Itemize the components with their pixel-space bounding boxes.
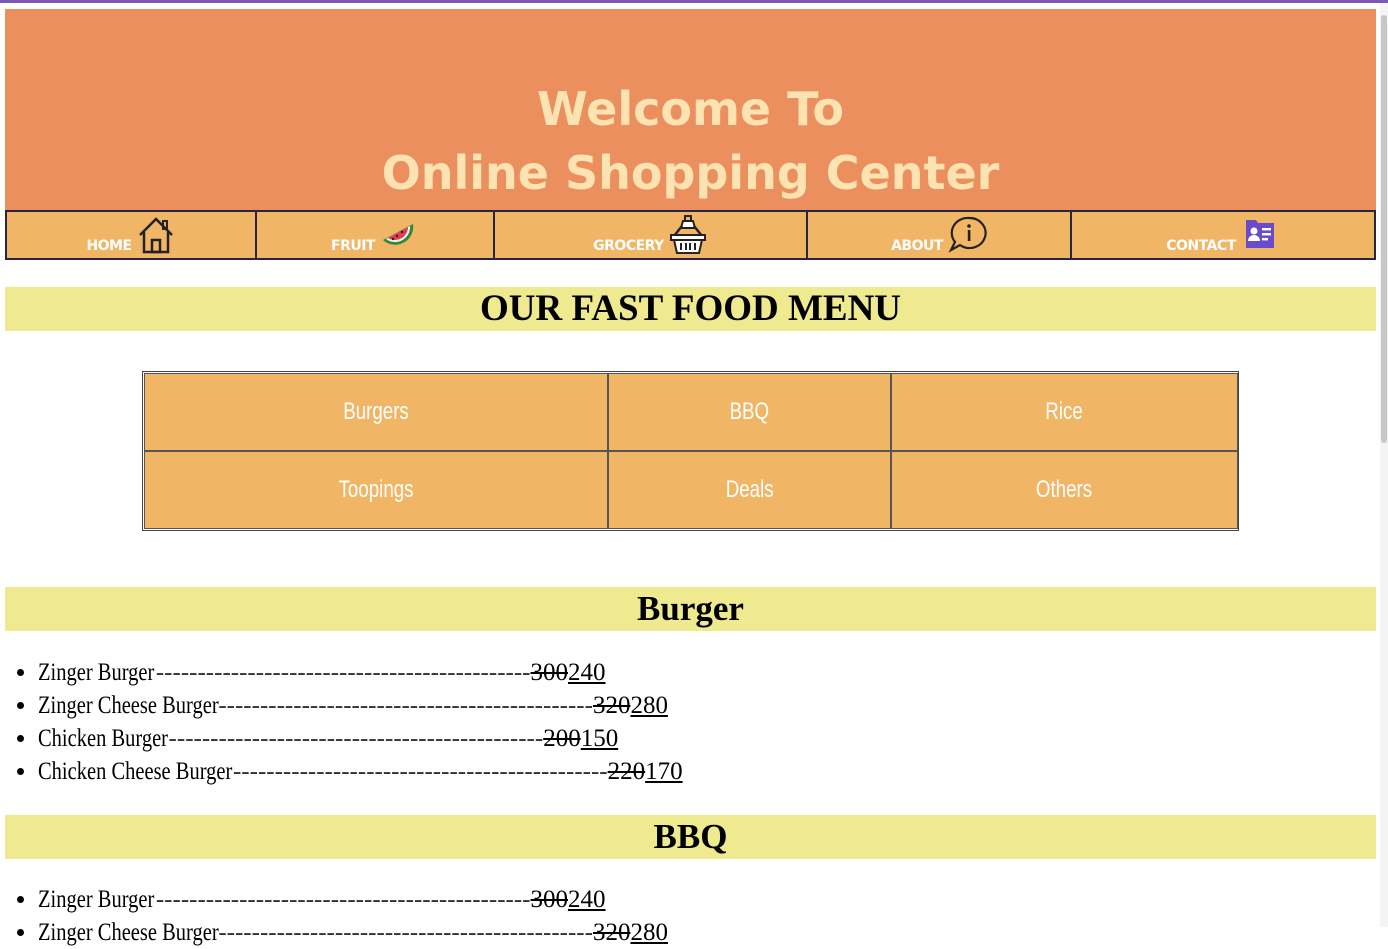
section-title: Burger [637, 589, 744, 628]
nav-label: CONTACT [1166, 238, 1236, 254]
old-price: 300 [530, 659, 569, 686]
menu-item: Zinger Burger---------------------------… [38, 883, 668, 916]
new-price: 280 [630, 692, 668, 719]
vertical-scrollbar[interactable] [1380, 3, 1388, 927]
category-table: Burgers BBQ Rice Toopings Deals Others [142, 371, 1239, 531]
new-price: 240 [568, 659, 606, 686]
nav-item-home[interactable]: HOME [7, 212, 257, 258]
menu-list-burger: Zinger Burger---------------------------… [10, 656, 683, 788]
category-label: BBQ [729, 398, 770, 425]
dotted-leader: ----------------------------------------… [218, 692, 593, 719]
category-toppings[interactable]: Toopings [144, 451, 608, 529]
category-label: Rice [1045, 398, 1084, 425]
new-price: 150 [580, 725, 619, 752]
category-others[interactable]: Others [891, 451, 1238, 529]
category-label: Burgers [343, 398, 409, 425]
menu-item: Chicken Cheese Burger-------------------… [38, 755, 683, 788]
section-band-burger: Burger [5, 587, 1376, 631]
new-price: 170 [645, 758, 683, 785]
new-price: 280 [630, 919, 668, 946]
old-price: 300 [530, 886, 569, 913]
old-price: 220 [607, 758, 646, 785]
info-bubble-icon [948, 216, 987, 253]
page-title-band: OUR FAST FOOD MENU [5, 287, 1376, 331]
item-name: Chicken Cheese Burger [38, 758, 233, 785]
category-label: Toopings [338, 476, 414, 503]
nav-label: FRUIT [331, 238, 375, 254]
contact-card-icon [1245, 220, 1274, 248]
menu-item: Chicken Burger--------------------------… [38, 722, 683, 755]
dotted-leader: ----------------------------------------… [218, 919, 593, 946]
menu-item: Zinger Burger---------------------------… [38, 656, 683, 689]
old-price: 200 [543, 725, 581, 752]
watermelon-icon [382, 224, 414, 245]
dotted-leader: ----------------------------------------… [155, 659, 531, 686]
main-navigation: HOME FRUIT GROCERY ABOUT CONTACT [5, 210, 1376, 260]
scrollbar-thumb[interactable] [1381, 15, 1387, 443]
old-price: 320 [592, 692, 631, 719]
item-name: Zinger Cheese Burger [38, 692, 219, 719]
top-accent-stripe [0, 0, 1388, 3]
item-name: Zinger Burger [38, 659, 155, 686]
category-bbq[interactable]: BBQ [608, 373, 891, 451]
category-label: Others [1036, 476, 1093, 503]
category-burgers[interactable]: Burgers [144, 373, 608, 451]
dotted-leader: ----------------------------------------… [168, 725, 544, 752]
category-rice[interactable]: Rice [891, 373, 1238, 451]
header-title-line2: Online Shopping Center [381, 146, 1000, 200]
basket-icon [669, 215, 706, 254]
nav-item-contact[interactable]: CONTACT [1072, 212, 1374, 258]
nav-item-grocery[interactable]: GROCERY [495, 212, 808, 258]
new-price: 240 [568, 886, 606, 913]
nav-label: HOME [86, 238, 132, 254]
nav-label: GROCERY [593, 238, 664, 254]
nav-label: ABOUT [891, 238, 943, 254]
section-band-bbq: BBQ [5, 815, 1376, 859]
house-icon [138, 217, 173, 254]
category-deals[interactable]: Deals [608, 451, 891, 529]
menu-item: Zinger Cheese Burger--------------------… [38, 689, 683, 722]
item-name: Chicken Burger [38, 725, 169, 752]
dotted-leader: ----------------------------------------… [155, 886, 531, 913]
item-name: Zinger Burger [38, 886, 155, 913]
menu-item: Zinger Cheese Burger--------------------… [38, 916, 668, 949]
nav-item-about[interactable]: ABOUT [808, 212, 1072, 258]
menu-list-bbq: Zinger Burger---------------------------… [10, 883, 668, 949]
old-price: 320 [592, 919, 631, 946]
section-title: BBQ [653, 817, 728, 856]
category-label: Deals [725, 476, 774, 503]
dotted-leader: ----------------------------------------… [232, 758, 608, 785]
site-header: Welcome To Online Shopping Center [5, 9, 1376, 210]
page-title: OUR FAST FOOD MENU [479, 288, 902, 329]
header-title-line1: Welcome To [537, 82, 844, 136]
item-name: Zinger Cheese Burger [38, 919, 219, 946]
nav-item-fruit[interactable]: FRUIT [257, 212, 495, 258]
